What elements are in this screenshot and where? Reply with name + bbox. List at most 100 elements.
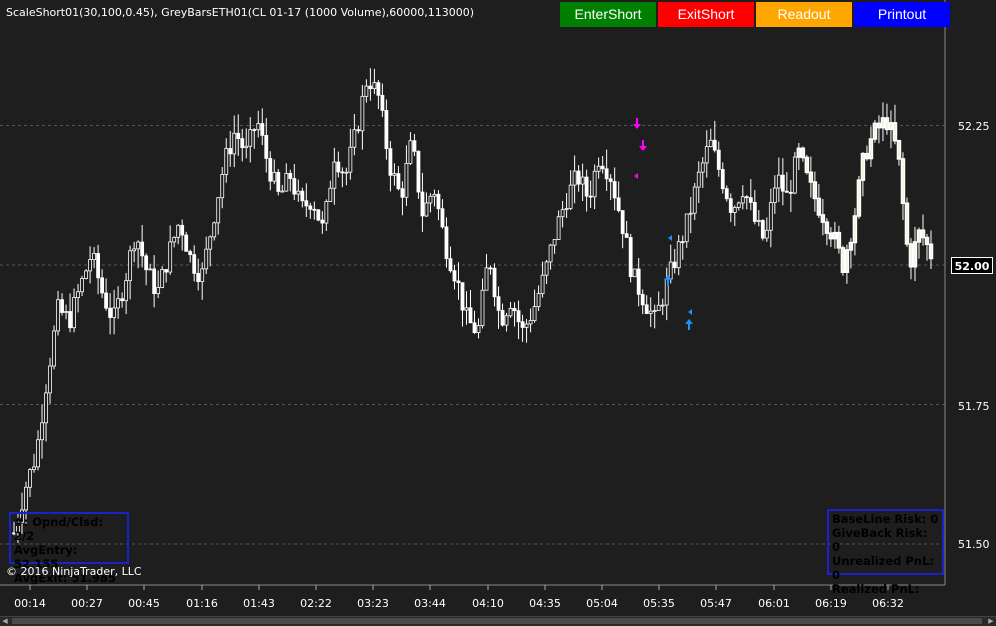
bar-body bbox=[32, 466, 36, 471]
bar-body bbox=[252, 129, 257, 131]
bar-body bbox=[796, 147, 802, 158]
readout-button[interactable]: Readout bbox=[756, 2, 852, 27]
bar-body bbox=[208, 236, 213, 250]
bar-body bbox=[376, 82, 381, 96]
bar-body bbox=[692, 186, 697, 214]
bar-body bbox=[772, 187, 777, 204]
exit-short-button[interactable]: ExitShort bbox=[658, 2, 754, 27]
bar-body bbox=[704, 146, 709, 164]
bar-body bbox=[864, 152, 870, 160]
time-tick-label: 05:47 bbox=[700, 597, 732, 610]
bar-body bbox=[488, 267, 493, 270]
bar-body bbox=[508, 307, 513, 317]
bar-body bbox=[660, 304, 665, 307]
bar-body bbox=[296, 190, 301, 195]
bar-body bbox=[92, 253, 96, 260]
bar-body bbox=[920, 229, 926, 239]
time-tick-label: 00:27 bbox=[71, 597, 103, 610]
bar-body bbox=[576, 170, 581, 185]
bar-body bbox=[280, 190, 285, 193]
bar-body bbox=[652, 310, 657, 312]
price-bar bbox=[760, 219, 765, 241]
time-tick-label: 03:23 bbox=[357, 597, 389, 610]
price-bar bbox=[84, 269, 88, 280]
time-tick-label: 01:16 bbox=[186, 597, 218, 610]
bar-body bbox=[392, 173, 397, 176]
bar-body bbox=[632, 268, 637, 278]
bar-body bbox=[256, 123, 261, 131]
bar-body bbox=[556, 216, 561, 240]
bar-body bbox=[732, 207, 737, 213]
bar-body bbox=[592, 170, 597, 198]
price-bar bbox=[416, 150, 421, 199]
bar-body bbox=[352, 129, 357, 148]
bar-body bbox=[608, 178, 613, 182]
bar-body bbox=[712, 139, 717, 151]
bar-body bbox=[884, 117, 890, 131]
bar-body bbox=[708, 139, 713, 147]
bar-body bbox=[204, 248, 209, 270]
bar-body bbox=[616, 197, 621, 211]
bar-body bbox=[520, 321, 525, 328]
bar-body bbox=[120, 298, 125, 302]
bar-body bbox=[212, 222, 217, 238]
bar-body bbox=[196, 272, 201, 283]
bar-body bbox=[412, 140, 417, 152]
bar-body bbox=[96, 253, 100, 279]
bar-body bbox=[128, 250, 133, 282]
bar-body bbox=[924, 236, 930, 246]
bar-body bbox=[368, 85, 373, 90]
bar-body bbox=[288, 172, 293, 179]
bar-body bbox=[48, 365, 52, 394]
bar-body bbox=[464, 307, 469, 311]
bar-body bbox=[580, 176, 585, 185]
bar-body bbox=[904, 202, 910, 245]
bar-body bbox=[372, 82, 377, 90]
bar-body bbox=[260, 123, 265, 136]
bar-body bbox=[380, 94, 385, 111]
bar-body bbox=[216, 197, 221, 224]
price-bar bbox=[856, 175, 862, 219]
bar-body bbox=[220, 174, 225, 199]
bar-body bbox=[68, 311, 72, 329]
bar-body bbox=[76, 291, 80, 299]
bar-body bbox=[124, 280, 129, 302]
price-bar bbox=[872, 120, 878, 143]
bar-body bbox=[912, 241, 918, 268]
time-tick-label: 05:04 bbox=[586, 597, 618, 610]
position-stats-box: #: Opnd/Clsd: 2/2 AvgEntry: 52.155 AvgEx… bbox=[9, 512, 129, 585]
bar-body bbox=[140, 241, 145, 257]
bar-body bbox=[880, 117, 886, 129]
bar-body bbox=[604, 168, 609, 180]
scroll-thumb[interactable] bbox=[12, 618, 982, 624]
bar-body bbox=[400, 188, 405, 198]
unrealized-pnl-label: Unrealized PnL: 0 bbox=[832, 554, 934, 582]
bar-body bbox=[312, 208, 317, 211]
bar-body bbox=[416, 150, 421, 193]
enter-short-button[interactable]: EnterShort bbox=[560, 2, 656, 27]
bar-body bbox=[160, 269, 165, 288]
bar-body bbox=[808, 171, 814, 183]
chart-title: ScaleShort01(30,100,0.45), GreyBarsETH01… bbox=[6, 6, 475, 19]
bar-body bbox=[584, 176, 589, 197]
time-tick-label: 00:14 bbox=[14, 597, 46, 610]
risk-pnl-box: BaseLine Risk: 0 GiveBack Risk: 0 Unreal… bbox=[827, 509, 944, 610]
bar-body bbox=[860, 152, 866, 181]
bar-body bbox=[72, 297, 76, 329]
bar-body bbox=[892, 122, 898, 142]
bar-body bbox=[500, 310, 505, 326]
bar-body bbox=[720, 168, 725, 190]
giveback-risk-label: GiveBack Risk: 0 bbox=[832, 526, 928, 554]
time-tick-label: 04:10 bbox=[472, 597, 504, 610]
price-bar bbox=[632, 268, 637, 278]
printout-button[interactable]: Printout bbox=[854, 2, 950, 27]
bar-body bbox=[332, 161, 337, 189]
bar-body bbox=[740, 196, 745, 204]
bar-body bbox=[456, 280, 461, 284]
bar-body bbox=[168, 241, 173, 273]
bar-body bbox=[896, 139, 902, 160]
bar-body bbox=[760, 220, 765, 239]
bar-body bbox=[460, 282, 465, 311]
bar-body bbox=[640, 293, 645, 306]
bar-body bbox=[788, 191, 793, 194]
